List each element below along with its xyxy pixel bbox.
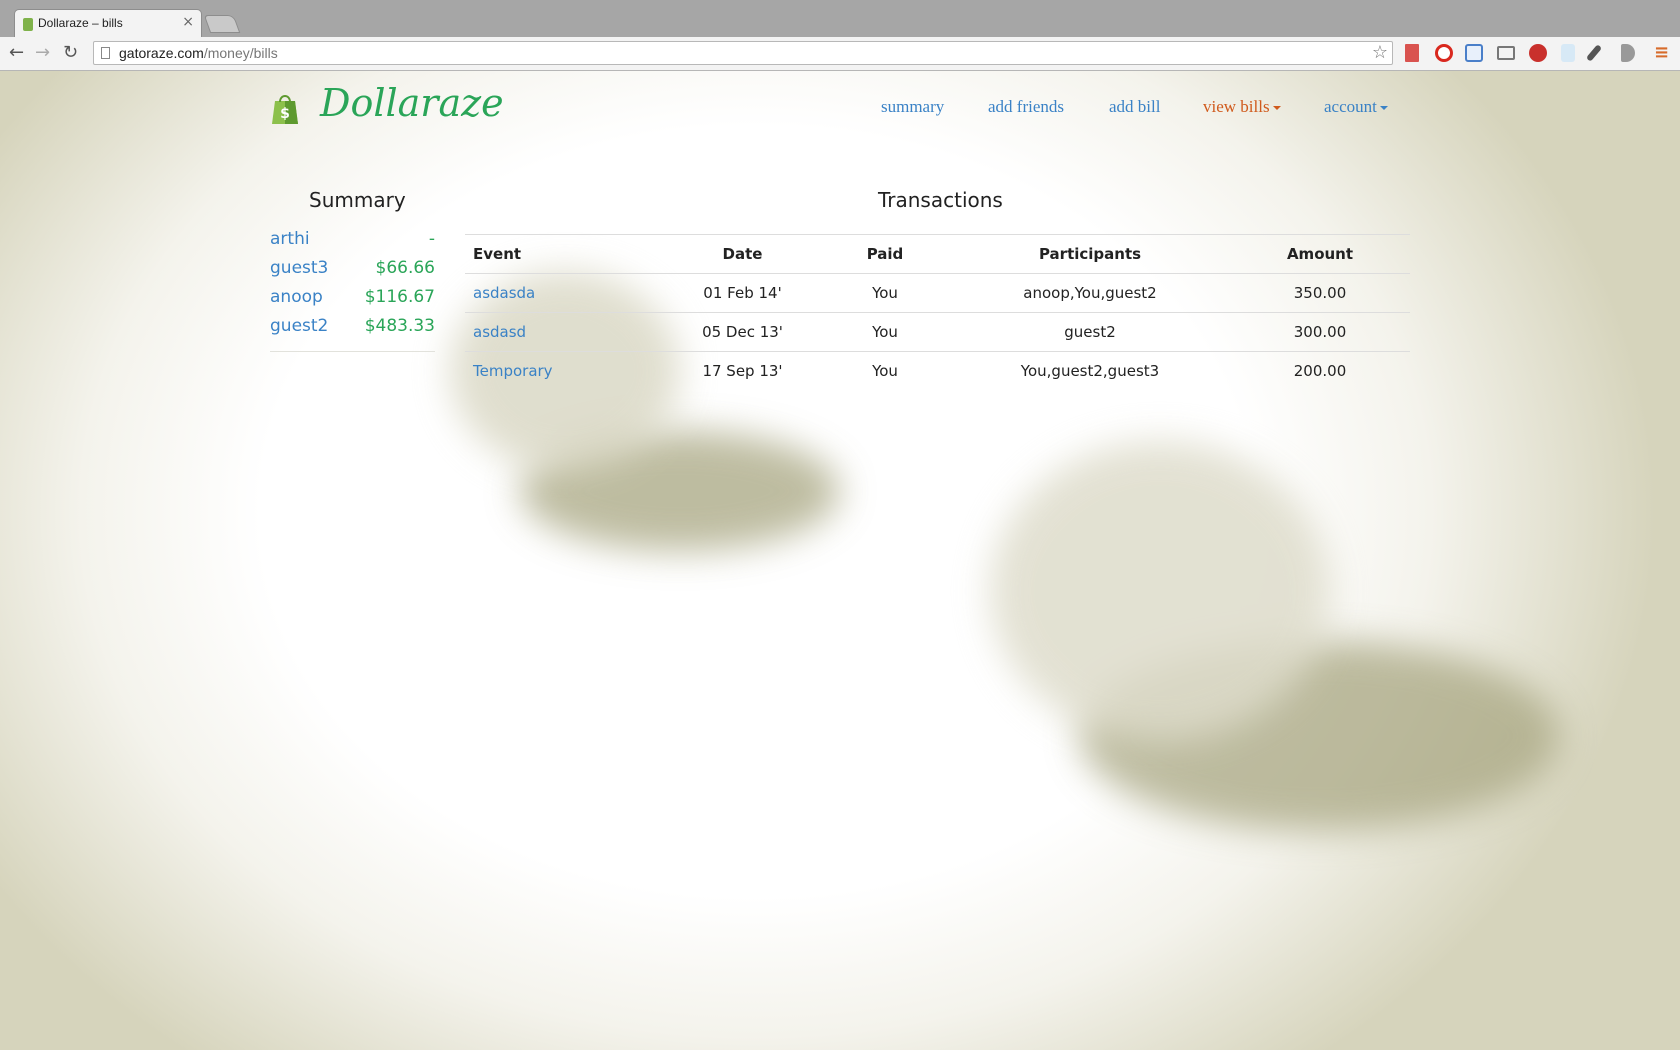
caret-down-icon (1272, 106, 1281, 111)
nav-add-bill[interactable]: add bill (1109, 97, 1160, 117)
summary-heading: Summary (309, 188, 406, 212)
table-row: asdasd 05 Dec 13' You guest2 300.00 (465, 312, 1410, 352)
url-host: gatoraze.com (119, 45, 204, 61)
paid-cell: You (820, 351, 950, 390)
balance-amount: $116.67 (364, 287, 435, 307)
column-header-paid: Paid (820, 234, 950, 274)
table-header-row: Event Date Paid Participants Amount (465, 234, 1410, 274)
nav-summary[interactable]: summary (881, 97, 944, 117)
balance-amount: $483.33 (364, 316, 435, 336)
nav-view-bills-label: view bills (1203, 97, 1270, 116)
caret-down-icon (1379, 106, 1388, 111)
summary-row: guest3 $66.66 (270, 254, 435, 283)
friend-link[interactable]: guest3 (270, 258, 328, 278)
forward-icon[interactable]: → (35, 43, 50, 63)
amount-cell: 300.00 (1230, 312, 1410, 352)
page-content: $ Dollaraze summary add friends add bill… (0, 71, 1680, 1050)
adblock-icon[interactable] (1529, 44, 1547, 62)
eyedropper-icon[interactable] (1585, 44, 1603, 62)
menu-icon[interactable]: ≡ (1654, 43, 1669, 63)
shopping-bag-icon: $ (272, 95, 298, 124)
url-text: gatoraze.com/money/bills (119, 45, 278, 61)
balance-amount: - (428, 229, 435, 249)
event-link[interactable]: asdasd (465, 312, 665, 352)
participants-cell: You,guest2,guest3 (950, 351, 1230, 390)
column-header-participants: Participants (950, 234, 1230, 274)
summary-row: guest2 $483.33 (270, 312, 435, 341)
nav-view-bills-dropdown[interactable]: view bills (1203, 97, 1281, 117)
nav-add-friends[interactable]: add friends (988, 97, 1064, 117)
table-row: asdasda 01 Feb 14' You anoop,You,guest2 … (465, 273, 1410, 313)
balance-amount: $66.66 (375, 258, 435, 278)
tab-title: Dollaraze – bills (38, 16, 123, 30)
new-tab-button[interactable] (203, 15, 241, 33)
paid-cell: You (820, 312, 950, 352)
date-cell: 17 Sep 13' (665, 351, 820, 390)
back-icon[interactable]: ← (9, 43, 24, 63)
bookmark-star-icon[interactable]: ☆ (1372, 42, 1388, 63)
transactions-table: Event Date Paid Participants Amount asda… (465, 234, 1410, 390)
new-window-extension-icon[interactable] (1465, 44, 1483, 62)
event-link[interactable]: Temporary (465, 351, 665, 390)
column-header-date: Date (665, 234, 820, 274)
jetbrains-extension-icon[interactable] (1561, 44, 1575, 62)
url-path: /money/bills (203, 45, 278, 61)
participants-cell: anoop,You,guest2 (950, 273, 1230, 313)
column-header-event: Event (465, 234, 665, 274)
address-bar[interactable]: gatoraze.com/money/bills ☆ (93, 41, 1393, 65)
friend-link[interactable]: guest2 (270, 316, 328, 336)
friend-link[interactable]: arthi (270, 229, 310, 249)
brand-name: Dollaraze (320, 81, 504, 125)
tab-close-icon[interactable]: × (182, 14, 194, 30)
browser-toolbar: ← → ↻ gatoraze.com/money/bills ☆ ≡ (0, 37, 1680, 71)
column-header-amount: Amount (1230, 234, 1410, 274)
date-cell: 01 Feb 14' (665, 273, 820, 313)
svg-text:$: $ (280, 106, 290, 122)
page-icon (101, 47, 110, 59)
summary-row: anoop $116.67 (270, 283, 435, 312)
nav-account-label: account (1324, 97, 1377, 116)
summary-row: arthi - (270, 225, 435, 254)
friend-link[interactable]: anoop (270, 287, 323, 307)
transactions-heading: Transactions (878, 188, 1003, 212)
date-cell: 05 Dec 13' (665, 312, 820, 352)
cast-icon[interactable] (1497, 46, 1515, 60)
table-row: Temporary 17 Sep 13' You You,guest2,gues… (465, 351, 1410, 390)
browser-tab-strip: Dollaraze – bills × (0, 0, 1680, 37)
summary-list: arthi - guest3 $66.66 anoop $116.67 gues… (270, 225, 435, 352)
paid-cell: You (820, 273, 950, 313)
event-link[interactable]: asdasda (465, 273, 665, 313)
speaker-icon[interactable] (1621, 44, 1635, 62)
stop-extension-icon[interactable] (1435, 44, 1453, 62)
amount-cell: 350.00 (1230, 273, 1410, 313)
reload-icon[interactable]: ↻ (63, 43, 78, 63)
shopping-bag-favicon-icon (23, 18, 33, 31)
background-die (990, 441, 1330, 741)
browser-tab[interactable]: Dollaraze – bills × (14, 9, 202, 37)
bookmark-extension-icon[interactable] (1405, 44, 1419, 62)
participants-cell: guest2 (950, 312, 1230, 352)
nav-account-dropdown[interactable]: account (1324, 97, 1388, 117)
amount-cell: 200.00 (1230, 351, 1410, 390)
